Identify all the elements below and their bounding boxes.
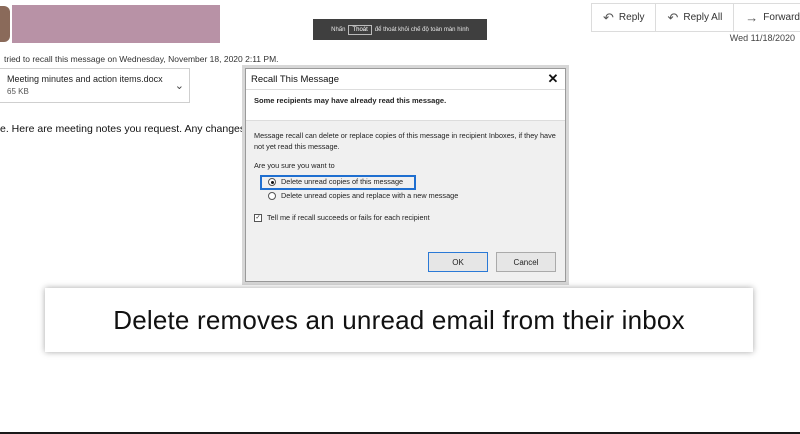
- banner-key: Thoát: [348, 24, 372, 35]
- banner-prefix: Nhấn: [331, 26, 346, 33]
- forward-button[interactable]: → Forward: [734, 4, 800, 31]
- attachment-card[interactable]: Meeting minutes and action items.docx 65…: [0, 68, 190, 103]
- chevron-down-icon[interactable]: ⌄: [175, 79, 184, 92]
- attachment-name: Meeting minutes and action items.docx: [7, 74, 163, 84]
- reply-all-arrow-icon: ↶: [667, 9, 679, 25]
- radio-delete-unread-label: Delete unread copies of this message: [281, 176, 404, 186]
- sender-info-redacted: [12, 5, 220, 43]
- close-icon[interactable]: ✕: [543, 71, 563, 87]
- dialog-titlebar: Recall This Message ✕: [246, 69, 565, 90]
- message-body: e. Here are meeting notes you request. A…: [0, 123, 249, 135]
- radio-unselected-icon: [268, 192, 276, 201]
- recall-dialog: Recall This Message ✕ Some recipients ma…: [245, 68, 566, 282]
- radio-selected-icon: [268, 178, 276, 187]
- forward-label: Forward: [763, 12, 800, 23]
- notify-label: Tell me if recall succeeds or fails for …: [267, 212, 430, 222]
- forward-arrow-icon: →: [745, 10, 759, 25]
- cancel-button[interactable]: Cancel: [496, 252, 556, 272]
- radio-delete-replace[interactable]: Delete unread copies and replace with a …: [268, 190, 557, 203]
- message-date: Wed 11/18/2020: [729, 33, 795, 43]
- dialog-warning: Some recipients may have already read th…: [246, 90, 565, 121]
- dialog-title: Recall This Message: [251, 73, 340, 85]
- radio-delete-replace-label: Delete unread copies and replace with a …: [281, 190, 459, 200]
- fullscreen-exit-banner: Nhấn Thoát để thoát khỏi chế độ toàn màn…: [313, 19, 487, 40]
- notify-checkbox-row[interactable]: ✓ Tell me if recall succeeds or fails fo…: [254, 213, 557, 224]
- checkbox-checked-icon[interactable]: ✓: [254, 214, 262, 223]
- reply-all-label: Reply All: [683, 12, 723, 23]
- dialog-description: Message recall can delete or replace cop…: [254, 131, 556, 151]
- radio-delete-unread[interactable]: Delete unread copies of this message: [260, 174, 416, 190]
- dialog-question: Are you sure you want to: [254, 160, 335, 170]
- reply-arrow-icon: ↶: [603, 9, 614, 25]
- attachment-size: 65 KB: [7, 87, 29, 96]
- reply-label: Reply: [618, 12, 645, 23]
- banner-suffix: để thoát khỏi chế độ toàn màn hình: [374, 26, 469, 33]
- reply-button[interactable]: ↶ Reply: [592, 4, 657, 31]
- dialog-buttons: OK Cancel: [428, 252, 556, 272]
- sender-avatar: [0, 6, 10, 42]
- reply-all-button[interactable]: ↶ Reply All: [656, 4, 735, 31]
- dialog-body: Message recall can delete or replace cop…: [246, 121, 565, 234]
- video-caption: Delete removes an unread email from thei…: [45, 288, 753, 352]
- ok-button[interactable]: OK: [428, 252, 488, 272]
- message-action-bar: ↶ Reply ↶ Reply All → Forward: [591, 3, 800, 32]
- recall-info-text: tried to recall this message on Wednesda…: [4, 54, 279, 64]
